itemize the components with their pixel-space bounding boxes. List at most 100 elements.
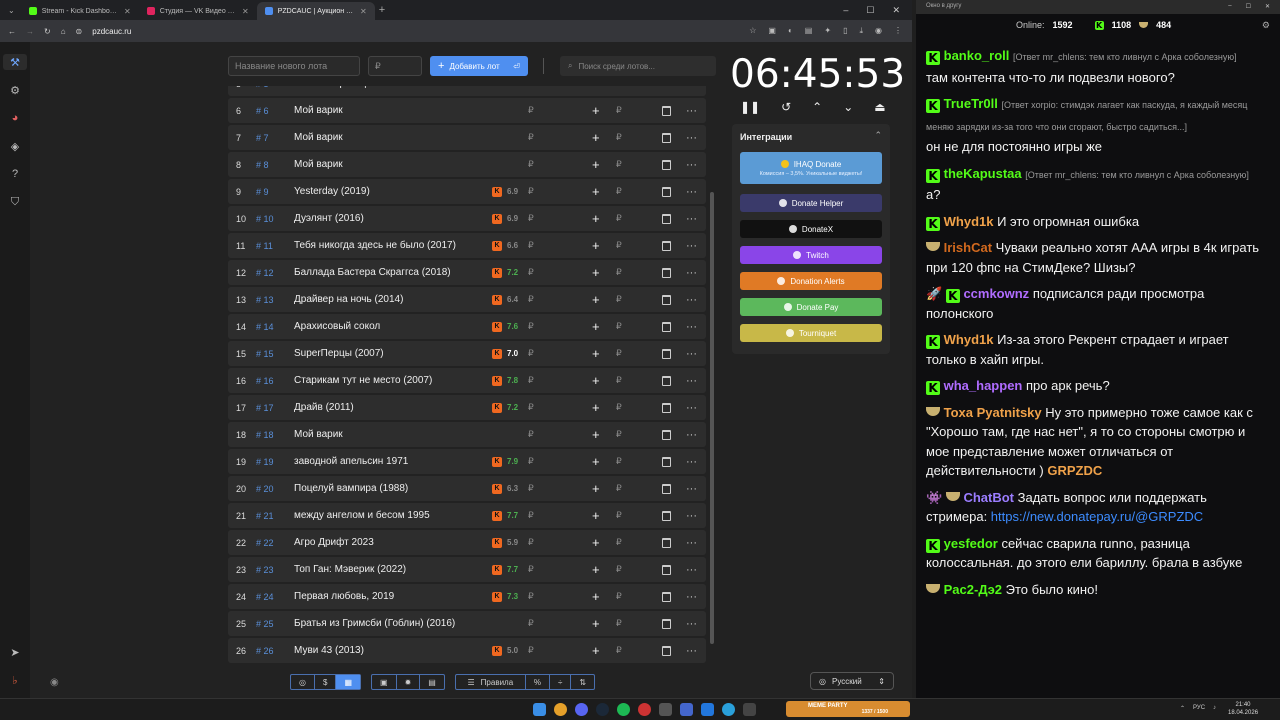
- spotify-icon[interactable]: [617, 703, 630, 716]
- trash-icon[interactable]: [662, 537, 671, 548]
- brand-logo-icon[interactable]: ♭: [7, 672, 23, 688]
- row-hash[interactable]: # 21: [256, 511, 274, 521]
- trash-icon[interactable]: [662, 321, 671, 332]
- integration-button[interactable]: Donate Helper: [740, 194, 882, 212]
- add-amount-button[interactable]: +: [592, 508, 600, 523]
- maximize-icon[interactable]: ☐: [866, 5, 874, 16]
- ruble-input-icon[interactable]: ₽: [616, 510, 622, 521]
- table-view-icon[interactable]: ▦: [336, 675, 360, 689]
- row-name[interactable]: Мой варик: [294, 105, 343, 116]
- add-amount-button[interactable]: +: [592, 589, 600, 604]
- row-hash[interactable]: # 12: [256, 268, 274, 278]
- integration-button[interactable]: Donation Alerts: [740, 272, 882, 290]
- new-lot-input[interactable]: Название нового лота: [228, 56, 360, 76]
- ruble-input-icon[interactable]: ₽: [616, 294, 622, 305]
- maximize-icon[interactable]: ☐: [1246, 3, 1251, 11]
- row-hash[interactable]: # 20: [256, 484, 274, 494]
- home-icon[interactable]: ⌂: [61, 27, 66, 36]
- row-hash[interactable]: # 10: [256, 214, 274, 224]
- row-name[interactable]: Драйв (2011): [294, 402, 354, 413]
- clear-icon[interactable]: ▤: [420, 675, 444, 689]
- add-amount-button[interactable]: +: [592, 238, 600, 253]
- chat-username[interactable]: ccmkownz: [963, 286, 1029, 301]
- volume-icon[interactable]: ♪: [1213, 705, 1216, 712]
- row-name[interactable]: Дуэлянт (2016): [294, 213, 364, 224]
- divide-icon[interactable]: ÷: [550, 675, 572, 689]
- trash-icon[interactable]: [662, 213, 671, 224]
- windows-start-icon[interactable]: [533, 703, 546, 716]
- reset-icon[interactable]: ↺: [781, 100, 791, 114]
- close-icon[interactable]: ✕: [1265, 3, 1270, 11]
- trash-icon[interactable]: [662, 456, 671, 467]
- lots-scrollbar[interactable]: [710, 192, 714, 644]
- eye-icon[interactable]: ◉: [50, 677, 59, 688]
- bookmark-star-icon[interactable]: ☆: [749, 26, 756, 36]
- minimize-icon[interactable]: –: [1228, 3, 1231, 11]
- ruble-input-icon[interactable]: ₽: [616, 240, 622, 251]
- row-name[interactable]: Yesterday (2019): [294, 186, 370, 197]
- row-hash[interactable]: # 14: [256, 322, 274, 332]
- add-amount-button[interactable]: +: [592, 292, 600, 307]
- row-hash[interactable]: # 17: [256, 403, 274, 413]
- tab-close-icon[interactable]: ✕: [242, 7, 249, 16]
- shield-icon[interactable]: ⛉: [7, 194, 23, 210]
- row-name[interactable]: между ангелом и бесом 1995: [294, 510, 430, 521]
- ruble-input-icon[interactable]: ₽: [616, 348, 622, 359]
- sidebar-icon[interactable]: ▯: [843, 26, 847, 36]
- app-icon[interactable]: [743, 703, 756, 716]
- menu-icon[interactable]: ⋮: [894, 26, 902, 36]
- integration-button[interactable]: Twitch: [740, 246, 882, 264]
- add-amount-button[interactable]: +: [592, 157, 600, 172]
- add-amount-button[interactable]: +: [592, 184, 600, 199]
- chat-username[interactable]: Whyd1k: [944, 214, 994, 229]
- trash-icon[interactable]: [662, 591, 671, 602]
- ruble-input-icon[interactable]: ₽: [616, 321, 622, 332]
- more-icon[interactable]: ···: [686, 186, 697, 198]
- more-icon[interactable]: ···: [686, 591, 697, 603]
- auction-hammer-icon[interactable]: ⚒: [3, 54, 27, 70]
- language-select[interactable]: ◎ Русский ⇕: [810, 672, 894, 690]
- row-hash[interactable]: # 16: [256, 376, 274, 386]
- add-amount-button[interactable]: +: [592, 400, 600, 415]
- add-amount-button[interactable]: +: [592, 265, 600, 280]
- row-name[interactable]: Братья из Гримсби (Гоблин) (2016): [294, 618, 455, 629]
- more-icon[interactable]: ···: [686, 240, 697, 252]
- trash-icon[interactable]: [662, 645, 671, 656]
- chat-username[interactable]: IrishCat: [944, 240, 992, 255]
- row-hash[interactable]: # 6: [256, 106, 269, 116]
- add-amount-button[interactable]: +: [592, 481, 600, 496]
- row-name[interactable]: SuperПерцы (2007): [294, 348, 384, 359]
- forward-icon[interactable]: →: [26, 27, 34, 36]
- more-icon[interactable]: ···: [686, 132, 697, 144]
- ruble-input-icon[interactable]: ₽: [616, 402, 622, 413]
- more-icon[interactable]: ···: [686, 213, 697, 225]
- chat-username[interactable]: ChatBot: [963, 490, 1014, 505]
- row-hash[interactable]: # 23: [256, 565, 274, 575]
- trash-icon[interactable]: [662, 267, 671, 278]
- row-name[interactable]: Арахисовый сокол: [294, 321, 380, 332]
- help-icon[interactable]: ?: [7, 166, 23, 182]
- row-name[interactable]: Агро Дрифт 2023: [294, 537, 374, 548]
- url-field[interactable]: pzdcauc.ru: [92, 27, 131, 36]
- ruble-input-icon[interactable]: ₽: [616, 456, 622, 467]
- app-icon[interactable]: [701, 703, 714, 716]
- chat-username[interactable]: Toxa Pyatnitsky: [944, 405, 1042, 420]
- tab-menu-icon[interactable]: ⌄: [0, 6, 21, 15]
- rules-button[interactable]: ☰ Правила: [456, 675, 526, 689]
- minimize-icon[interactable]: –: [843, 5, 848, 16]
- row-hash[interactable]: # 7: [256, 133, 269, 143]
- ruble-input-icon[interactable]: ₽: [616, 105, 622, 116]
- ruble-input-icon[interactable]: ₽: [616, 564, 622, 575]
- trash-icon[interactable]: [662, 402, 671, 413]
- extension-icon[interactable]: ◐: [788, 26, 793, 36]
- trash-icon[interactable]: [662, 375, 671, 386]
- row-name[interactable]: Старикам тут не место (2007): [294, 375, 432, 386]
- ruble-input-icon[interactable]: ₽: [616, 186, 622, 197]
- tab-close-icon[interactable]: ✕: [124, 7, 131, 16]
- add-amount-button[interactable]: +: [592, 562, 600, 577]
- more-icon[interactable]: ···: [686, 510, 697, 522]
- sort-icon[interactable]: ⇅: [571, 675, 594, 689]
- more-icon[interactable]: ···: [686, 321, 697, 333]
- row-name[interactable]: Мой варик: [294, 429, 343, 440]
- close-icon[interactable]: ✕: [892, 5, 900, 16]
